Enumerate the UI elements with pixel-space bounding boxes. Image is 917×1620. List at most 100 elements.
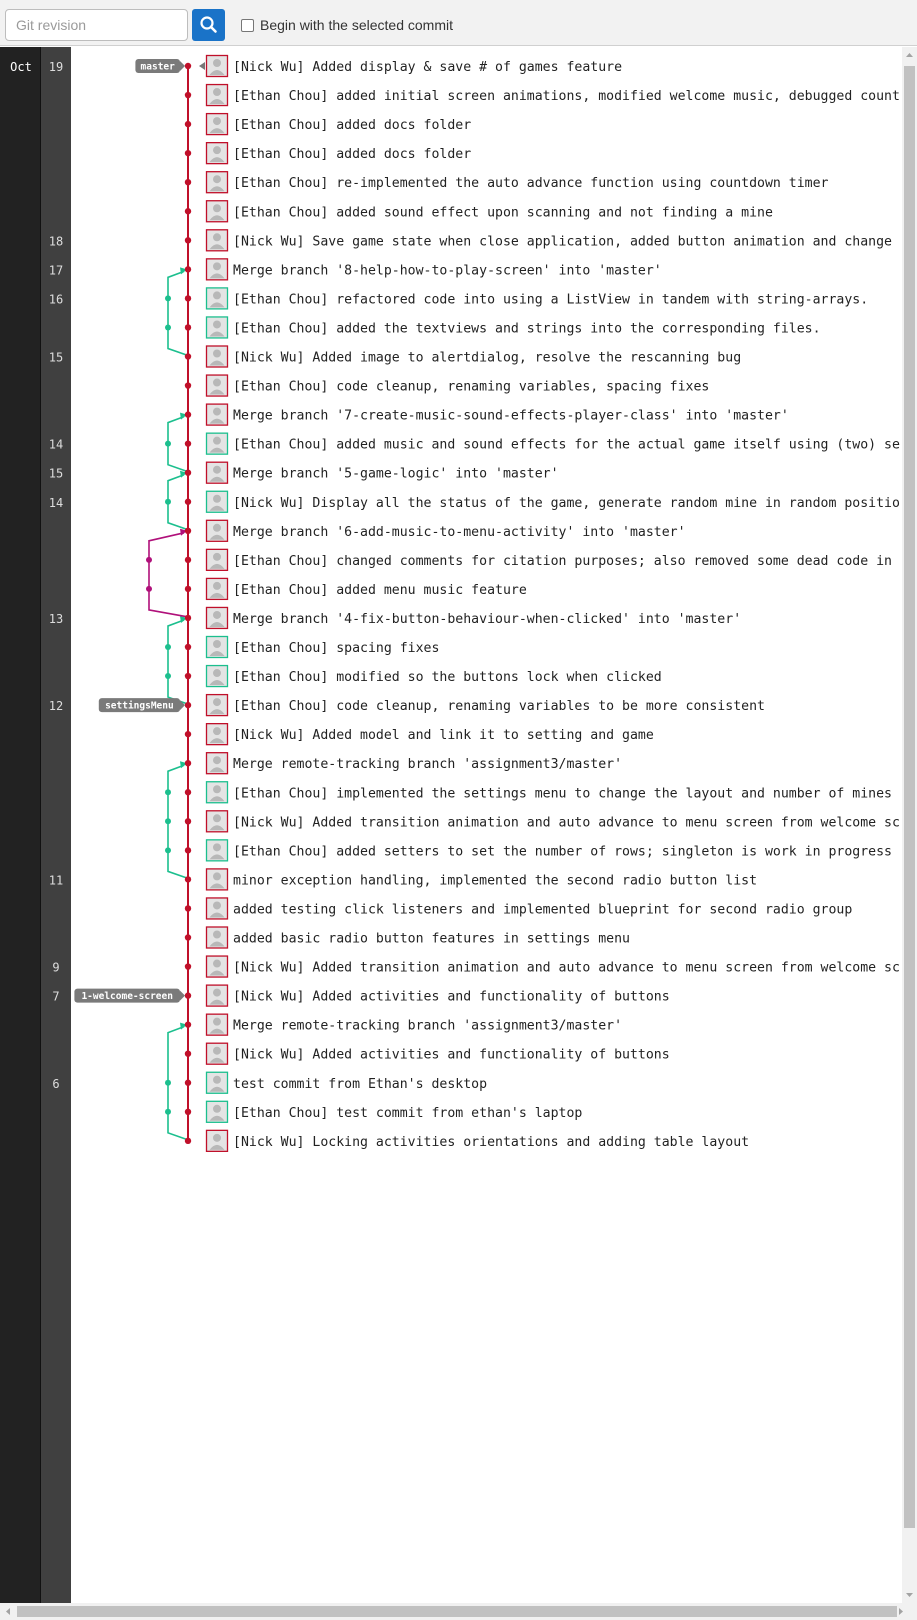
commit-dot: [184, 1108, 192, 1116]
commit-message: [Ethan Chou] code cleanup, renaming vari…: [233, 380, 709, 395]
commit-row[interactable]: added testing click listeners and implem…: [184, 897, 853, 920]
commit-row[interactable]: 7 1-welcome-screen [Nick Wu] Added activit…: [52, 984, 670, 1007]
scroll-right-arrow-icon[interactable]: [896, 1606, 906, 1617]
commit-row[interactable]: Merge branch '6-add-music-to-menu-activi…: [184, 519, 686, 542]
commit-row[interactable]: Merge branch '7-create-music-sound-effec…: [184, 403, 789, 426]
commit-row[interactable]: 11 minor exception handling, implemented …: [49, 868, 757, 891]
day-label: 7: [52, 990, 59, 1004]
commit-message: [Nick Wu] Locking activities orientation…: [233, 1135, 749, 1150]
scroll-up-arrow-icon[interactable]: [904, 50, 915, 60]
commit-row[interactable]: 12 settingsMenu [Ethan Chou] code cleanup,…: [49, 693, 765, 717]
commit-message: [Ethan Chou] added docs folder: [233, 118, 471, 133]
commit-row[interactable]: 6 test commit from Ethan's desktop: [52, 1071, 487, 1094]
commit-dot: [184, 498, 192, 505]
branch-merge-line: [167, 1025, 185, 1083]
commit-row[interactable]: 17 Merge branch '8-help-how-to-play-scree…: [49, 258, 662, 281]
commit-row[interactable]: [Nick Wu] Locking activities orientation…: [184, 1129, 749, 1152]
commit-dot: [184, 963, 192, 970]
day-label: 19: [49, 60, 63, 74]
checkbox-label: Begin with the selected commit: [260, 17, 453, 33]
commit-row[interactable]: [Ethan Chou] implemented the settings me…: [184, 781, 892, 804]
commit-dot: [184, 934, 192, 941]
horizontal-scrollbar-thumb[interactable]: [17, 1606, 897, 1617]
avatar-icon: [205, 200, 229, 223]
day-label: 18: [49, 234, 63, 248]
commit-dot: [184, 585, 192, 593]
branch-fork-line: [167, 501, 189, 531]
commit-message: [Nick Wu] Added activities and functiona…: [233, 1048, 670, 1063]
commit-row[interactable]: Merge remote-tracking branch 'assignment…: [184, 1013, 622, 1036]
commit-row[interactable]: added basic radio button features in set…: [184, 926, 630, 949]
commit-row[interactable]: [Ethan Chou] added sound effect upon sca…: [184, 200, 773, 223]
commit-row[interactable]: Merge remote-tracking branch 'assignment…: [184, 752, 622, 775]
commit-message: [Ethan Chou] refactored code into using …: [233, 292, 868, 307]
commit-row[interactable]: 15 [Nick Wu] Added image to alertdialog, …: [49, 345, 741, 368]
commit-dot: [184, 266, 192, 273]
git-revision-input[interactable]: [5, 9, 188, 41]
commit-dot: [165, 818, 171, 825]
begin-with-selected-toggle[interactable]: Begin with the selected commit: [241, 17, 453, 33]
commit-dot: [165, 673, 171, 680]
begin-with-selected-checkbox[interactable]: [241, 18, 254, 32]
avatar-icon: [205, 606, 229, 630]
day-label: 9: [52, 961, 59, 975]
avatar-icon: [205, 316, 229, 339]
commit-message: Merge branch '6-add-music-to-menu-activi…: [233, 525, 686, 540]
vertical-scrollbar-thumb[interactable]: [904, 66, 915, 1528]
commit-row[interactable]: 9 [Nick Wu] Added transition animation an…: [52, 955, 900, 978]
commit-message: [Nick Wu] Display all the status of the …: [233, 496, 900, 511]
commit-row[interactable]: [Ethan Chou] changed comments for citati…: [184, 548, 900, 572]
commit-dot: [184, 556, 192, 564]
branch-label[interactable]: 1-welcome-screen: [74, 988, 185, 1003]
commit-row[interactable]: 15 Merge branch '5-game-logic' into 'mast…: [49, 461, 559, 484]
commit-row[interactable]: 16 [Ethan Chou] refactored code into usin…: [49, 287, 868, 310]
commit-message: [Ethan Chou] added setters to set the nu…: [233, 844, 892, 859]
avatar-icon: [205, 1100, 229, 1123]
commit-message: Merge remote-tracking branch 'assignment…: [233, 757, 622, 772]
scroll-down-arrow-icon[interactable]: [904, 1590, 915, 1600]
avatar-icon: [205, 955, 229, 978]
commit-row[interactable]: [Ethan Chou] added docs folder: [184, 142, 471, 165]
commit-message: [Nick Wu] Added model and link it to set…: [233, 728, 654, 743]
commit-row[interactable]: [Ethan Chou] code cleanup, renaming vari…: [184, 374, 710, 397]
commit-row[interactable]: [Ethan Chou] added the textviews and str…: [184, 316, 821, 339]
commit-row[interactable]: [Ethan Chou] test commit from ethan's la…: [184, 1100, 583, 1123]
commit-message: [Nick Wu] Added activities and functiona…: [233, 990, 670, 1005]
search-button[interactable]: [192, 9, 225, 41]
commit-row[interactable]: [Nick Wu] Added transition animation and…: [184, 810, 900, 833]
commit-row[interactable]: [Ethan Chou] spacing fixes: [184, 635, 440, 659]
commit-dot: [146, 585, 152, 592]
commit-row[interactable]: [Nick Wu] Added activities and functiona…: [184, 1042, 670, 1065]
commit-message: [Nick Wu] Added transition animation and…: [233, 815, 900, 830]
commit-message: [Nick Wu] Added transition animation and…: [233, 961, 900, 976]
day-label: 11: [49, 873, 63, 887]
commit-dot: [184, 992, 192, 999]
avatar-icon: [205, 1013, 229, 1036]
commit-dot: [184, 789, 192, 796]
commit-dot: [184, 847, 192, 854]
commit-row[interactable]: [Ethan Chou] modified so the buttons loc…: [184, 664, 662, 688]
branch-merge-line: [167, 270, 185, 299]
branch-label[interactable]: settingsMenu: [98, 698, 185, 713]
commit-row[interactable]: 14 [Ethan Chou] added music and sound eff…: [49, 432, 900, 455]
avatar-icon: [205, 519, 229, 542]
commit-dot: [184, 527, 192, 534]
scroll-left-arrow-icon[interactable]: [3, 1606, 13, 1617]
commit-row[interactable]: [Ethan Chou] added docs folder: [184, 112, 471, 136]
commit-dot: [184, 905, 192, 912]
commit-dot: [165, 440, 171, 447]
commit-row[interactable]: [Ethan Chou] added initial screen animat…: [184, 83, 900, 107]
commit-row[interactable]: [Ethan Chou] added menu music feature: [184, 577, 527, 601]
commit-dot: [165, 1079, 171, 1086]
commit-dot: [165, 644, 171, 650]
commit-message: [Ethan Chou] added the textviews and str…: [233, 321, 821, 336]
commit-message: [Ethan Chou] changed comments for citati…: [233, 554, 900, 569]
commit-row[interactable]: [Nick Wu] Added model and link it to set…: [184, 723, 654, 746]
branch-label[interactable]: master: [135, 59, 185, 73]
commit-dot: [165, 789, 171, 796]
commit-row[interactable]: Oct 19 master [Nick Wu] Added display & sav…: [10, 54, 622, 78]
commit-row[interactable]: [Ethan Chou] added setters to set the nu…: [184, 839, 892, 862]
commit-row[interactable]: 18 [Nick Wu] Save game state when close a…: [49, 229, 900, 252]
commit-row[interactable]: 14 [Nick Wu] Display all the status of th…: [49, 490, 900, 513]
commit-row[interactable]: [Ethan Chou] re-implemented the auto adv…: [184, 171, 829, 194]
